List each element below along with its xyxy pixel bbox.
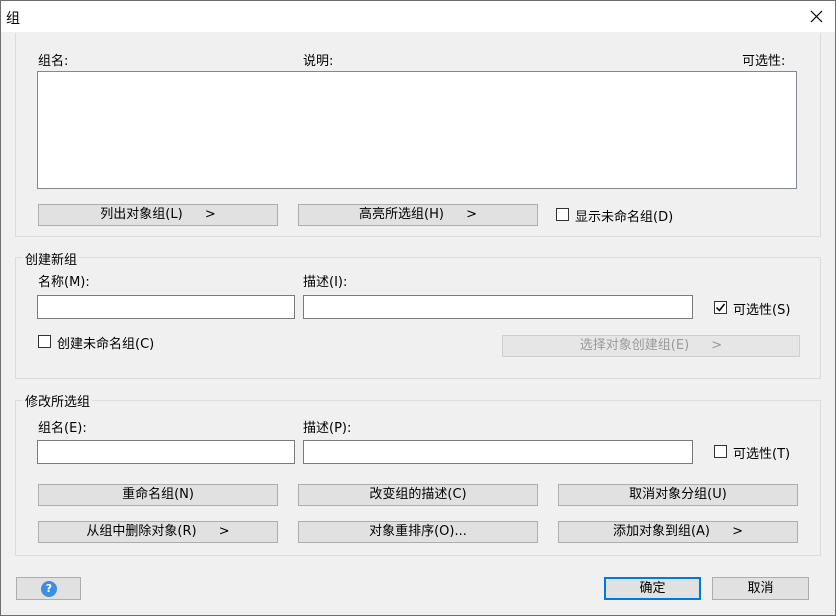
chevron-right-icon: > [466, 207, 477, 222]
create-unnamed-label: 创建未命名组(C) [57, 337, 155, 352]
group-list[interactable] [37, 71, 797, 189]
column-header-description: 说明: [303, 54, 334, 69]
add-to-group-button[interactable]: 添加对象到组(A) > [558, 521, 798, 543]
cancel-button[interactable]: 取消 [712, 577, 809, 600]
modify-group-title: 修改所选组 [23, 391, 93, 410]
modify-desc-label: 描述(P): [303, 421, 352, 436]
list-objects-group-label: 列出对象组(L) [100, 207, 183, 222]
create-name-field[interactable] [37, 295, 295, 319]
modify-name-field[interactable] [37, 440, 295, 464]
modify-selectable-label: 可选性(T) [733, 447, 791, 462]
chevron-right-icon: > [218, 524, 230, 539]
list-objects-group-button[interactable]: 列出对象组(L) > [38, 204, 278, 226]
create-selectable-checkbox[interactable] [714, 301, 727, 314]
modify-description-field[interactable] [303, 440, 693, 464]
rename-group-button[interactable]: 重命名组(N) [38, 484, 278, 506]
reorder-objects-label: 对象重排序(O)... [369, 524, 467, 539]
column-header-selectable: 可选性: [742, 54, 786, 69]
change-description-label: 改变组的描述(C) [369, 487, 467, 502]
chevron-right-icon: > [732, 524, 744, 539]
close-icon [810, 10, 823, 23]
remove-from-group-label: 从组中删除对象(R) [86, 524, 197, 539]
ok-button[interactable]: 确定 [604, 577, 701, 600]
title-bar: 组 [1, 1, 835, 32]
create-selectable-label: 可选性(S) [733, 303, 791, 318]
column-header-name: 组名: [38, 54, 69, 69]
close-button[interactable] [801, 2, 831, 32]
checkmark-icon [715, 303, 726, 312]
create-group-title: 创建新组 [23, 249, 80, 268]
show-unnamed-checkbox[interactable] [556, 208, 569, 221]
create-desc-label: 描述(I): [303, 275, 348, 290]
modify-name-label: 组名(E): [38, 421, 87, 436]
chevron-right-icon: > [711, 338, 723, 353]
show-unnamed-label: 显示未命名组(D) [575, 210, 674, 225]
select-create-label: 选择对象创建组(E) [579, 338, 690, 353]
create-unnamed-checkbox[interactable] [38, 335, 51, 348]
highlight-group-button[interactable]: 高亮所选组(H) > [298, 204, 538, 226]
modify-selectable-checkbox[interactable] [714, 445, 727, 458]
remove-from-group-button[interactable]: 从组中删除对象(R) > [38, 521, 278, 543]
create-description-field[interactable] [303, 295, 693, 319]
select-objects-create-group-button[interactable]: 选择对象创建组(E) > [502, 335, 800, 357]
ungroup-button[interactable]: 取消对象分组(U) [558, 484, 798, 506]
help-icon: ? [41, 581, 57, 597]
chevron-right-icon: > [204, 207, 216, 222]
ungroup-label: 取消对象分组(U) [629, 487, 727, 502]
ok-label: 确定 [639, 581, 666, 596]
help-button[interactable]: ? [16, 577, 81, 600]
reorder-objects-button[interactable]: 对象重排序(O)... [298, 521, 538, 543]
change-description-button[interactable]: 改变组的描述(C) [298, 484, 538, 506]
highlight-group-label: 高亮所选组(H) [359, 207, 444, 222]
add-to-group-label: 添加对象到组(A) [612, 524, 710, 539]
rename-group-label: 重命名组(N) [122, 487, 194, 502]
window-title: 组 [6, 11, 20, 27]
cancel-label: 取消 [747, 581, 774, 596]
create-name-label: 名称(M): [38, 275, 90, 290]
